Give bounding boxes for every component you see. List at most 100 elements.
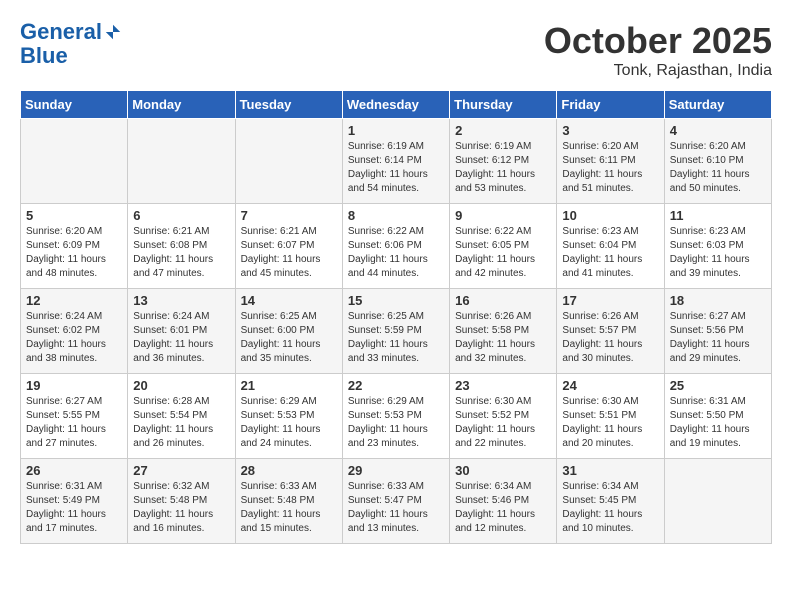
weekday-header: Monday [128, 91, 235, 119]
calendar-day-cell: 9 Sunrise: 6:22 AMSunset: 6:05 PMDayligh… [450, 204, 557, 289]
calendar-day-cell [128, 119, 235, 204]
day-info: Sunrise: 6:22 AMSunset: 6:05 PMDaylight:… [455, 225, 551, 281]
calendar-day-cell: 1 Sunrise: 6:19 AMSunset: 6:14 PMDayligh… [342, 119, 449, 204]
weekday-header: Tuesday [235, 91, 342, 119]
calendar-day-cell: 5 Sunrise: 6:20 AMSunset: 6:09 PMDayligh… [21, 204, 128, 289]
day-number: 27 [133, 463, 229, 478]
calendar-day-cell: 15 Sunrise: 6:25 AMSunset: 5:59 PMDaylig… [342, 289, 449, 374]
day-info: Sunrise: 6:30 AMSunset: 5:51 PMDaylight:… [562, 395, 658, 451]
day-info: Sunrise: 6:29 AMSunset: 5:53 PMDaylight:… [348, 395, 444, 451]
calendar-table: SundayMondayTuesdayWednesdayThursdayFrid… [20, 90, 772, 544]
calendar-week-row: 26 Sunrise: 6:31 AMSunset: 5:49 PMDaylig… [21, 459, 772, 544]
calendar-day-cell: 20 Sunrise: 6:28 AMSunset: 5:54 PMDaylig… [128, 374, 235, 459]
day-info: Sunrise: 6:23 AMSunset: 6:04 PMDaylight:… [562, 225, 658, 281]
day-info: Sunrise: 6:31 AMSunset: 5:49 PMDaylight:… [26, 480, 122, 536]
day-info: Sunrise: 6:23 AMSunset: 6:03 PMDaylight:… [670, 225, 766, 281]
day-number: 6 [133, 208, 229, 223]
calendar-day-cell: 14 Sunrise: 6:25 AMSunset: 6:00 PMDaylig… [235, 289, 342, 374]
calendar-day-cell: 25 Sunrise: 6:31 AMSunset: 5:50 PMDaylig… [664, 374, 771, 459]
weekday-header: Friday [557, 91, 664, 119]
calendar-day-cell: 2 Sunrise: 6:19 AMSunset: 6:12 PMDayligh… [450, 119, 557, 204]
weekday-header: Thursday [450, 91, 557, 119]
logo-text-blue: Blue [20, 44, 122, 68]
calendar-day-cell: 13 Sunrise: 6:24 AMSunset: 6:01 PMDaylig… [128, 289, 235, 374]
day-info: Sunrise: 6:27 AMSunset: 5:56 PMDaylight:… [670, 310, 766, 366]
calendar-day-cell: 26 Sunrise: 6:31 AMSunset: 5:49 PMDaylig… [21, 459, 128, 544]
day-number: 10 [562, 208, 658, 223]
weekday-header: Wednesday [342, 91, 449, 119]
location-text: Tonk, Rajasthan, India [544, 62, 772, 80]
calendar-day-cell: 29 Sunrise: 6:33 AMSunset: 5:47 PMDaylig… [342, 459, 449, 544]
day-number: 26 [26, 463, 122, 478]
day-number: 2 [455, 123, 551, 138]
day-number: 31 [562, 463, 658, 478]
calendar-day-cell: 22 Sunrise: 6:29 AMSunset: 5:53 PMDaylig… [342, 374, 449, 459]
day-number: 17 [562, 293, 658, 308]
day-info: Sunrise: 6:26 AMSunset: 5:57 PMDaylight:… [562, 310, 658, 366]
month-heading: October 2025 [544, 20, 772, 62]
logo-text: General [20, 20, 102, 44]
calendar-day-cell: 4 Sunrise: 6:20 AMSunset: 6:10 PMDayligh… [664, 119, 771, 204]
calendar-day-cell: 19 Sunrise: 6:27 AMSunset: 5:55 PMDaylig… [21, 374, 128, 459]
day-number: 4 [670, 123, 766, 138]
day-info: Sunrise: 6:20 AMSunset: 6:11 PMDaylight:… [562, 140, 658, 196]
calendar-week-row: 1 Sunrise: 6:19 AMSunset: 6:14 PMDayligh… [21, 119, 772, 204]
calendar-day-cell: 21 Sunrise: 6:29 AMSunset: 5:53 PMDaylig… [235, 374, 342, 459]
day-number: 1 [348, 123, 444, 138]
logo-icon [104, 23, 122, 41]
day-info: Sunrise: 6:19 AMSunset: 6:12 PMDaylight:… [455, 140, 551, 196]
day-number: 22 [348, 378, 444, 393]
day-number: 19 [26, 378, 122, 393]
day-number: 25 [670, 378, 766, 393]
day-info: Sunrise: 6:24 AMSunset: 6:02 PMDaylight:… [26, 310, 122, 366]
day-number: 29 [348, 463, 444, 478]
day-info: Sunrise: 6:27 AMSunset: 5:55 PMDaylight:… [26, 395, 122, 451]
calendar-day-cell: 6 Sunrise: 6:21 AMSunset: 6:08 PMDayligh… [128, 204, 235, 289]
day-info: Sunrise: 6:25 AMSunset: 5:59 PMDaylight:… [348, 310, 444, 366]
day-info: Sunrise: 6:20 AMSunset: 6:10 PMDaylight:… [670, 140, 766, 196]
day-number: 12 [26, 293, 122, 308]
calendar-day-cell: 23 Sunrise: 6:30 AMSunset: 5:52 PMDaylig… [450, 374, 557, 459]
weekday-header: Sunday [21, 91, 128, 119]
day-number: 30 [455, 463, 551, 478]
page-header: General Blue October 2025 Tonk, Rajastha… [20, 20, 772, 80]
day-number: 11 [670, 208, 766, 223]
calendar-day-cell: 30 Sunrise: 6:34 AMSunset: 5:46 PMDaylig… [450, 459, 557, 544]
day-info: Sunrise: 6:28 AMSunset: 5:54 PMDaylight:… [133, 395, 229, 451]
calendar-week-row: 12 Sunrise: 6:24 AMSunset: 6:02 PMDaylig… [21, 289, 772, 374]
day-number: 21 [241, 378, 337, 393]
day-number: 14 [241, 293, 337, 308]
day-info: Sunrise: 6:30 AMSunset: 5:52 PMDaylight:… [455, 395, 551, 451]
day-number: 24 [562, 378, 658, 393]
day-info: Sunrise: 6:29 AMSunset: 5:53 PMDaylight:… [241, 395, 337, 451]
day-info: Sunrise: 6:34 AMSunset: 5:45 PMDaylight:… [562, 480, 658, 536]
weekday-header: Saturday [664, 91, 771, 119]
calendar-day-cell: 18 Sunrise: 6:27 AMSunset: 5:56 PMDaylig… [664, 289, 771, 374]
day-number: 28 [241, 463, 337, 478]
calendar-day-cell [21, 119, 128, 204]
day-info: Sunrise: 6:32 AMSunset: 5:48 PMDaylight:… [133, 480, 229, 536]
day-number: 20 [133, 378, 229, 393]
day-number: 23 [455, 378, 551, 393]
day-number: 9 [455, 208, 551, 223]
calendar-day-cell: 12 Sunrise: 6:24 AMSunset: 6:02 PMDaylig… [21, 289, 128, 374]
day-number: 5 [26, 208, 122, 223]
day-info: Sunrise: 6:25 AMSunset: 6:00 PMDaylight:… [241, 310, 337, 366]
calendar-day-cell: 17 Sunrise: 6:26 AMSunset: 5:57 PMDaylig… [557, 289, 664, 374]
calendar-day-cell: 16 Sunrise: 6:26 AMSunset: 5:58 PMDaylig… [450, 289, 557, 374]
calendar-week-row: 5 Sunrise: 6:20 AMSunset: 6:09 PMDayligh… [21, 204, 772, 289]
day-number: 7 [241, 208, 337, 223]
day-number: 16 [455, 293, 551, 308]
day-info: Sunrise: 6:26 AMSunset: 5:58 PMDaylight:… [455, 310, 551, 366]
calendar-day-cell: 11 Sunrise: 6:23 AMSunset: 6:03 PMDaylig… [664, 204, 771, 289]
calendar-day-cell [235, 119, 342, 204]
calendar-day-cell: 31 Sunrise: 6:34 AMSunset: 5:45 PMDaylig… [557, 459, 664, 544]
day-info: Sunrise: 6:21 AMSunset: 6:08 PMDaylight:… [133, 225, 229, 281]
calendar-day-cell: 27 Sunrise: 6:32 AMSunset: 5:48 PMDaylig… [128, 459, 235, 544]
day-info: Sunrise: 6:19 AMSunset: 6:14 PMDaylight:… [348, 140, 444, 196]
calendar-day-cell: 10 Sunrise: 6:23 AMSunset: 6:04 PMDaylig… [557, 204, 664, 289]
calendar-day-cell [664, 459, 771, 544]
day-number: 8 [348, 208, 444, 223]
calendar-day-cell: 24 Sunrise: 6:30 AMSunset: 5:51 PMDaylig… [557, 374, 664, 459]
day-number: 15 [348, 293, 444, 308]
